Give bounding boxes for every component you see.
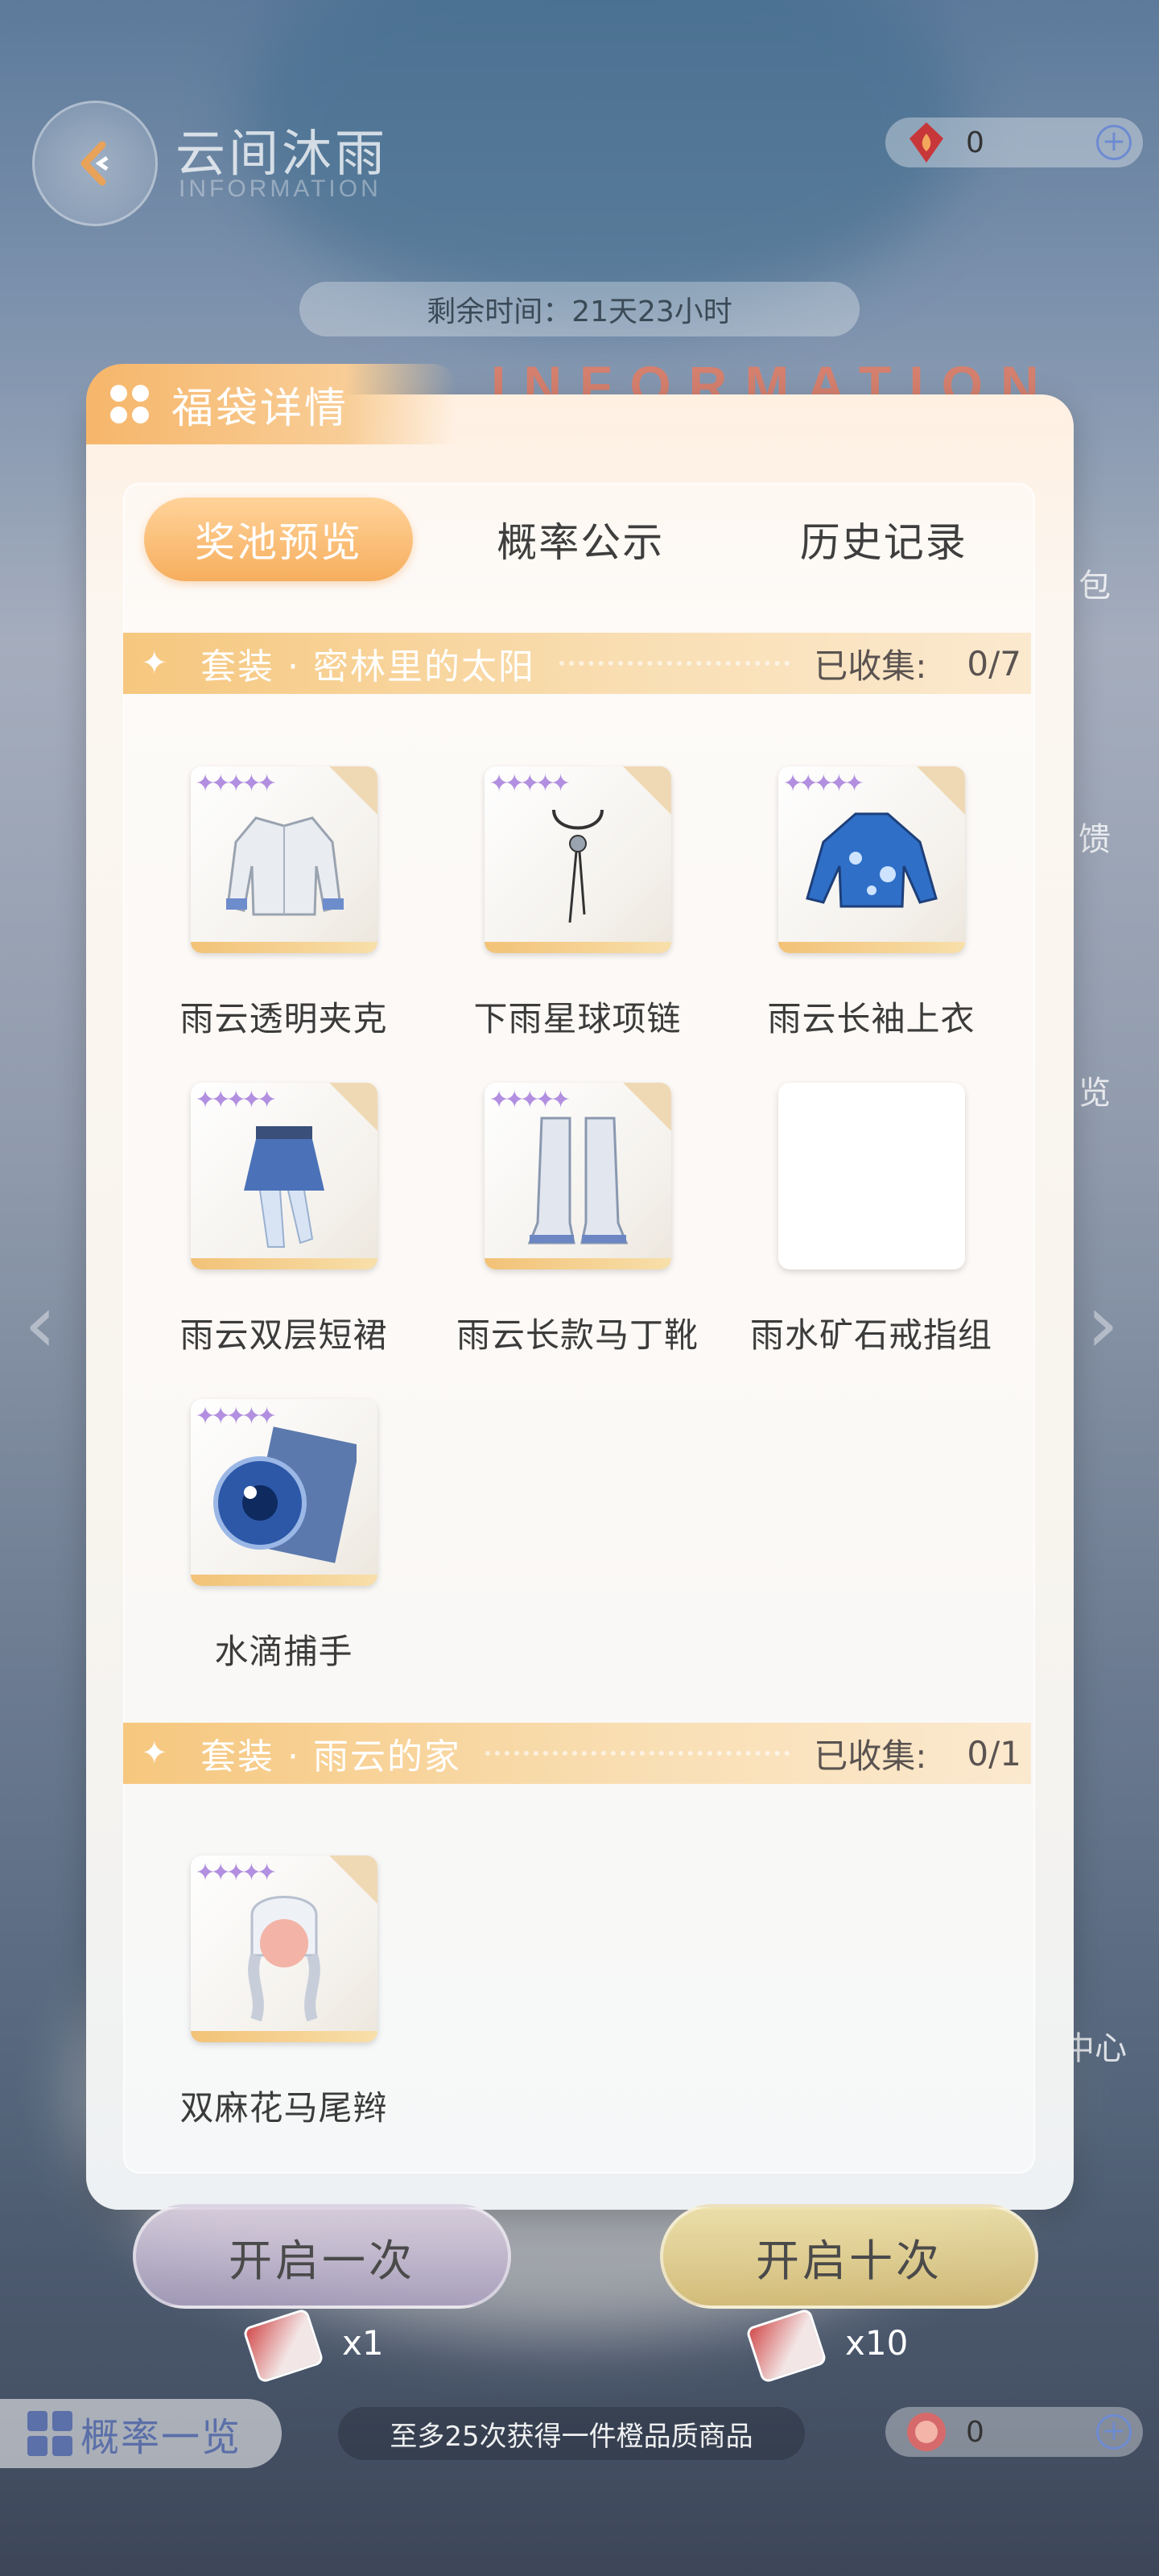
sparkle-icon: ✦ [141, 1735, 168, 1772]
open-once-button[interactable]: 开启一次 [133, 2204, 511, 2309]
section-header: ✦ 套装 · 雨云的家 已收集: 0/1 [123, 1723, 1031, 1784]
item-name: 雨云双层短裙 [179, 1315, 388, 1355]
section-title: 套装 · 密林里的太阳 [200, 646, 535, 687]
sparkle-icon: ✦ [141, 645, 168, 682]
medal-icon [903, 2409, 950, 2455]
reward-item[interactable]: ✦✦✦✦✦ 雨云长款马丁靴 [431, 1083, 724, 1357]
currency-bottom-value: 0 [966, 2415, 984, 2449]
add-currency-button[interactable]: + [1096, 2414, 1132, 2450]
side-label-feedback[interactable]: 馈 [1079, 813, 1111, 860]
tab-bar: 奖池预览 概率公示 历史记录 [123, 483, 1035, 596]
eye-lens-icon [212, 1426, 357, 1563]
item-name: 雨云长袖上衣 [767, 999, 975, 1038]
section-divider [559, 661, 790, 666]
currency-top-value: 0 [966, 126, 984, 159]
section-header: ✦ 套装 · 密林里的太阳 已收集: 0/7 [123, 633, 1031, 694]
item-card: ✦✦✦✦✦ [190, 766, 377, 953]
reward-item[interactable]: ✦✦✦✦✦ 雨云双层短裙 [137, 1083, 431, 1357]
dialog-title: 福袋详情 [171, 384, 349, 433]
necklace-icon [551, 809, 604, 923]
grid-dots-icon [110, 385, 149, 423]
jacket-icon [225, 816, 344, 916]
side-label-preview[interactable]: 览 [1079, 1067, 1111, 1113]
collected-label: 已收集: [814, 1736, 927, 1776]
boots-icon [527, 1117, 628, 1245]
collected-label: 已收集: [814, 646, 927, 686]
reward-item[interactable]: ✦✦✦✦✦ 雨云长袖上衣 [724, 766, 1018, 1041]
dialog-header: 福袋详情 [86, 364, 456, 444]
back-arrow-icon [80, 141, 109, 186]
probability-list-button[interactable]: 概率一览 [0, 2399, 282, 2468]
skirt-icon [243, 1126, 324, 1248]
section-divider [485, 1751, 790, 1756]
cost-once: x1 [342, 2323, 384, 2363]
next-arrow-icon[interactable]: › [1087, 1284, 1143, 1364]
item-card: ✦✦✦✦✦ [484, 766, 671, 953]
open-ten-button[interactable]: 开启十次 [660, 2204, 1038, 2309]
tab-pool-preview[interactable]: 奖池预览 [144, 497, 413, 581]
back-button[interactable] [32, 101, 158, 226]
collected-count: 0/7 [967, 643, 1021, 683]
item-name: 雨云透明夹克 [179, 999, 388, 1038]
item-name: 雨水矿石戒指组 [749, 1315, 992, 1355]
side-label-bag[interactable]: 包 [1079, 559, 1111, 606]
item-name: 下雨星球项链 [473, 999, 682, 1038]
page-subtitle: INFORMATION [179, 175, 382, 202]
item-card: ✦✦✦✦✦ [190, 1399, 377, 1586]
blank-card [777, 1083, 965, 1269]
item-card: ✦✦✦✦✦ [777, 766, 965, 953]
remaining-time: 剩余时间：21天23小时 [299, 282, 860, 336]
collected-count: 0/1 [967, 1733, 1021, 1773]
reward-item[interactable]: ✦✦✦✦✦ 水滴捕手 [137, 1399, 431, 1674]
item-card: ✦✦✦✦✦ [190, 1083, 377, 1269]
probability-list-label: 概率一览 [80, 2415, 242, 2460]
reward-item[interactable]: 雨水矿石戒指组 [724, 1083, 1018, 1357]
currency-top: 0 + [885, 118, 1143, 167]
item-name: 双麻花马尾辫 [179, 2088, 388, 2128]
page-title: 云间沐雨 [175, 124, 389, 183]
tab-history[interactable]: 历史记录 [732, 497, 1036, 581]
item-card: ✦✦✦✦✦ [484, 1083, 671, 1269]
grid-icon [27, 2411, 72, 2456]
item-name: 水滴捕手 [214, 1632, 353, 1671]
long-sleeve-top-icon [805, 812, 938, 908]
prev-arrow-icon[interactable]: ‹ [24, 1284, 80, 1364]
add-currency-button[interactable]: + [1096, 125, 1132, 160]
flame-gem-icon [903, 119, 950, 166]
cost-ten: x10 [845, 2323, 909, 2363]
guarantee-note: 至多25次获得一件橙品质商品 [338, 2407, 805, 2460]
currency-bottom: 0 + [885, 2407, 1143, 2457]
item-name: 雨云长款马丁靴 [456, 1315, 699, 1355]
tab-probability[interactable]: 概率公示 [429, 497, 732, 581]
reward-item[interactable]: ✦✦✦✦✦ 雨云透明夹克 [137, 766, 431, 1041]
reward-item[interactable]: ✦✦✦✦✦ 下雨星球项链 [431, 766, 724, 1041]
ticket-icon [744, 2307, 828, 2384]
braid-hair-icon [247, 1896, 320, 2022]
section-title: 套装 · 雨云的家 [200, 1736, 461, 1777]
reward-item[interactable]: ✦✦✦✦✦ 双麻花马尾辫 [137, 1856, 431, 2130]
item-card: ✦✦✦✦✦ [190, 1856, 377, 2042]
ticket-icon [241, 2307, 325, 2384]
